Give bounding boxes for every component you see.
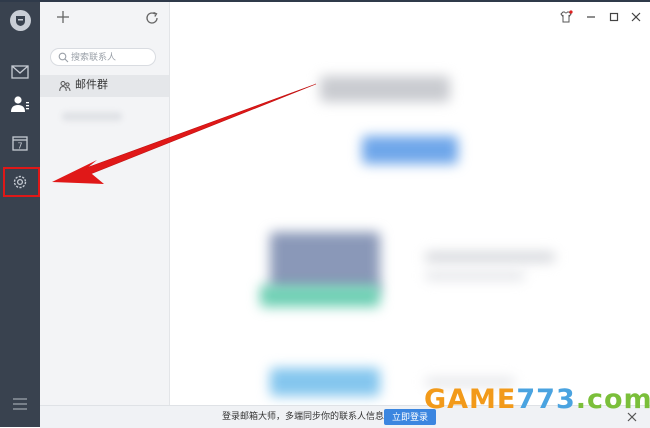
blurred-text-2 bbox=[425, 272, 525, 280]
blurred-card bbox=[270, 368, 380, 396]
blurred-contact bbox=[62, 112, 122, 121]
refresh-icon[interactable] bbox=[144, 10, 160, 26]
blurred-heading bbox=[320, 76, 450, 102]
blurred-text-1 bbox=[425, 252, 555, 262]
search-input[interactable]: 搜索联系人 bbox=[50, 48, 156, 66]
minimize-icon[interactable] bbox=[583, 9, 599, 25]
mail-icon[interactable] bbox=[8, 60, 32, 84]
calendar-icon[interactable]: 7 bbox=[8, 131, 32, 155]
blurred-button bbox=[362, 136, 458, 164]
list-item-mail-group[interactable]: 邮件群 bbox=[40, 75, 169, 97]
blurred-image bbox=[270, 232, 380, 292]
top-border bbox=[0, 0, 650, 2]
watermark-domain: .com bbox=[575, 384, 650, 415]
watermark-number: 773 bbox=[516, 384, 576, 415]
skin-icon[interactable] bbox=[558, 9, 574, 25]
main-content bbox=[170, 0, 650, 405]
contacts-panel: 搜索联系人 邮件群 bbox=[40, 0, 170, 405]
contacts-icon[interactable] bbox=[8, 92, 32, 116]
search-placeholder: 搜索联系人 bbox=[71, 52, 117, 62]
watermark-game: GAME bbox=[424, 384, 517, 415]
blurred-banner bbox=[260, 285, 380, 307]
group-label: 邮件群 bbox=[75, 79, 108, 91]
search-icon bbox=[58, 52, 69, 63]
logo-icon[interactable] bbox=[10, 10, 31, 31]
maximize-icon[interactable] bbox=[606, 9, 622, 25]
login-prompt-text: 登录邮箱大师，多端同步你的联系人信息 bbox=[222, 411, 385, 421]
watermark-logo: GAME773.com bbox=[424, 384, 650, 415]
settings-highlight-box bbox=[3, 167, 40, 197]
add-contact-icon[interactable] bbox=[54, 8, 72, 26]
close-icon[interactable] bbox=[628, 9, 644, 25]
sidebar-rail: 7 bbox=[0, 0, 40, 427]
group-icon bbox=[59, 80, 71, 92]
calendar-day: 7 bbox=[17, 142, 22, 151]
menu-icon[interactable] bbox=[12, 397, 28, 411]
